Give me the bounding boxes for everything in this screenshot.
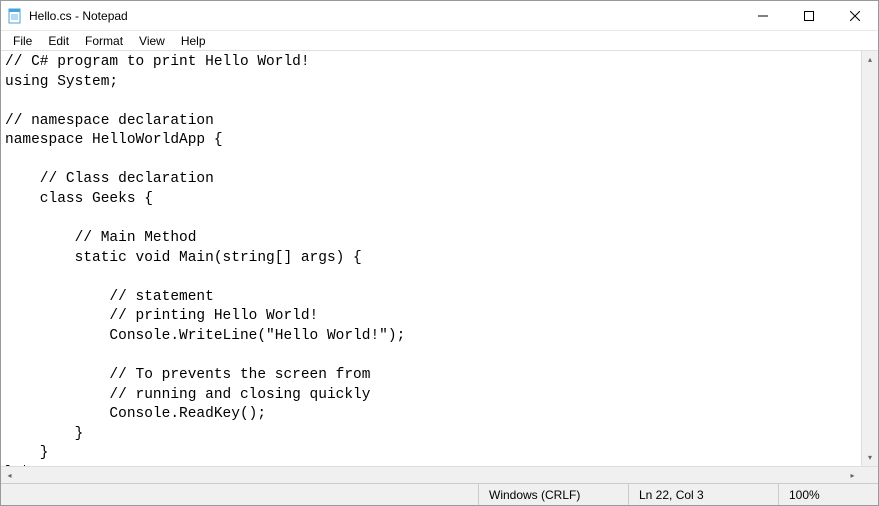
status-line-ending: Windows (CRLF) bbox=[478, 484, 628, 505]
vertical-scrollbar[interactable]: ▴ ▾ bbox=[861, 51, 878, 466]
menubar: File Edit Format View Help bbox=[1, 31, 878, 51]
scroll-down-icon[interactable]: ▾ bbox=[862, 449, 878, 466]
notepad-icon bbox=[7, 8, 23, 24]
titlebar: Hello.cs - Notepad bbox=[1, 1, 878, 31]
menu-edit[interactable]: Edit bbox=[40, 32, 77, 50]
scroll-track-v[interactable] bbox=[862, 68, 878, 449]
statusbar: Windows (CRLF) Ln 22, Col 3 100% bbox=[1, 483, 878, 505]
menu-file[interactable]: File bbox=[5, 32, 40, 50]
horizontal-scrollbar[interactable]: ◂ ▸ bbox=[1, 466, 878, 483]
editor-area: // C# program to print Hello World! usin… bbox=[1, 51, 878, 466]
scroll-corner bbox=[861, 467, 878, 483]
editor-text: // C# program to print Hello World! usin… bbox=[5, 54, 405, 466]
close-button[interactable] bbox=[832, 1, 878, 30]
menu-help[interactable]: Help bbox=[173, 32, 214, 50]
window-title: Hello.cs - Notepad bbox=[29, 9, 740, 23]
minimize-button[interactable] bbox=[740, 1, 786, 30]
scroll-left-icon[interactable]: ◂ bbox=[1, 467, 18, 483]
scroll-right-icon[interactable]: ▸ bbox=[844, 467, 861, 483]
menu-format[interactable]: Format bbox=[77, 32, 131, 50]
status-caret-position: Ln 22, Col 3 bbox=[628, 484, 778, 505]
window-controls bbox=[740, 1, 878, 30]
scroll-track-h[interactable] bbox=[18, 467, 844, 483]
status-zoom: 100% bbox=[778, 484, 878, 505]
text-cursor bbox=[24, 465, 25, 466]
scroll-up-icon[interactable]: ▴ bbox=[862, 51, 878, 68]
menu-view[interactable]: View bbox=[131, 32, 173, 50]
maximize-button[interactable] bbox=[786, 1, 832, 30]
text-editor[interactable]: // C# program to print Hello World! usin… bbox=[1, 51, 861, 466]
